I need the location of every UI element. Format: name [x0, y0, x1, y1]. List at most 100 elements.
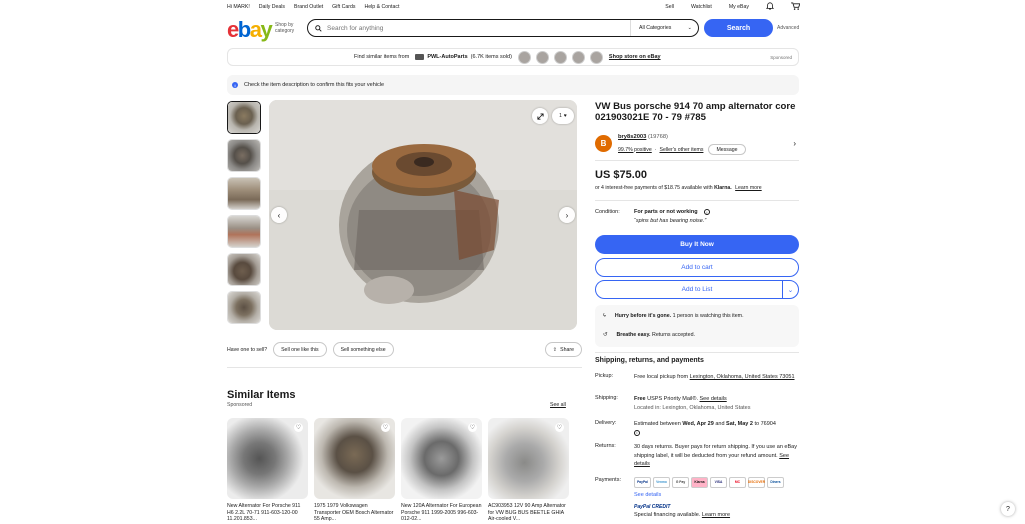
greeting-link[interactable]: Hi MARK!: [227, 4, 250, 10]
store-logo-icon: [415, 54, 425, 60]
heart-icon[interactable]: ♡: [294, 423, 303, 432]
chevron-right-icon[interactable]: ›: [793, 139, 796, 148]
bell-icon[interactable]: [765, 1, 775, 12]
have-one-label: Have one to sell?: [227, 346, 268, 353]
prev-image-button[interactable]: ‹: [271, 207, 287, 223]
brand-outlet-link[interactable]: Brand Outlet: [294, 4, 323, 10]
google-pay-icon: G Pay: [672, 477, 689, 488]
watchlist-link[interactable]: Watchlist: [691, 4, 712, 10]
next-image-button[interactable]: ›: [559, 207, 575, 223]
return-icon: ↺: [603, 332, 608, 338]
heart-icon[interactable]: ♡: [555, 423, 564, 432]
help-contact-link[interactable]: Help & Contact: [365, 4, 400, 10]
buy-it-now-button[interactable]: Buy It Now: [595, 235, 799, 254]
search-bar: All Categories⌄: [307, 19, 699, 37]
divider: [595, 352, 799, 353]
shop-store-link[interactable]: Shop store on eBay: [609, 54, 661, 60]
gallery-thumb[interactable]: [227, 139, 261, 172]
seller-name[interactable]: bry8s2003: [618, 134, 646, 140]
mastercard-icon: MC: [729, 477, 746, 488]
paypal-icon: PayPal: [634, 477, 651, 488]
store-thumb[interactable]: [553, 50, 567, 64]
info-icon[interactable]: i: [634, 430, 640, 436]
ebay-logo[interactable]: ebay: [227, 17, 273, 43]
positive-feedback[interactable]: 99.7% positive: [618, 147, 652, 153]
share-button[interactable]: ⇪ Share: [544, 342, 582, 357]
sell-link[interactable]: Sell: [665, 4, 674, 10]
seller-info[interactable]: B bry8s2003 (19768) 99.7% positive · Sell…: [595, 132, 800, 156]
gallery-thumb[interactable]: [227, 291, 261, 324]
similar-item-image[interactable]: ♡: [488, 418, 569, 499]
store-thumb[interactable]: [589, 50, 603, 64]
klarna-learn-more-link[interactable]: Learn more: [735, 185, 762, 191]
financing-learn-more-link[interactable]: Learn more: [702, 512, 730, 518]
chevron-right-icon: ›: [565, 210, 569, 220]
similar-item-image[interactable]: ♡: [227, 418, 308, 499]
item-price: US $75.00: [595, 169, 647, 181]
store-thumb[interactable]: [571, 50, 585, 64]
pickup-row: Pickup: Free local pickup from Lexington…: [595, 373, 795, 380]
divider: [227, 367, 582, 368]
store-thumb[interactable]: [517, 50, 531, 64]
daily-deals-link[interactable]: Daily Deals: [259, 4, 285, 10]
klarna-logo: Klarna.: [714, 185, 732, 191]
similar-item-title[interactable]: AC903953 12V 90 Amp Alternator for VW BU…: [488, 503, 569, 524]
advanced-search-link[interactable]: Advanced: [777, 25, 799, 31]
see-all-link[interactable]: See all: [550, 402, 566, 408]
condition-note: “spins but has bearing noise.”: [634, 218, 707, 224]
heart-icon: ♥: [563, 113, 567, 119]
category-select[interactable]: All Categories ⌄: [630, 20, 698, 36]
share-icon: ⇪: [552, 346, 558, 353]
divider: [595, 200, 799, 201]
watch-button[interactable]: 1 ♥: [552, 108, 574, 124]
heart-icon[interactable]: ♡: [381, 423, 390, 432]
info-icon[interactable]: i: [704, 209, 710, 215]
similar-item-title[interactable]: 1975 1979 Volkswagen Transporter OEM Bos…: [314, 503, 395, 524]
klarna-offer: or 4 interest-free payments of $18.75 av…: [595, 185, 762, 191]
gift-cards-link[interactable]: Gift Cards: [332, 4, 355, 10]
similar-item-image[interactable]: ♡: [314, 418, 395, 499]
main-product-image[interactable]: 1 ♥ ‹ ›: [269, 100, 577, 330]
similar-item-image[interactable]: ♡: [401, 418, 482, 499]
similar-item-title[interactable]: New Alternator For Porsche 911 H6 2.2L 7…: [227, 503, 308, 524]
sell-something-else-button[interactable]: Sell something else: [332, 342, 394, 357]
paypal-credit-logo: PayPal CREDIT: [634, 503, 671, 510]
add-to-cart-button[interactable]: Add to cart: [595, 258, 799, 277]
chevron-down-icon[interactable]: ⌄: [782, 281, 798, 298]
store-promo-banner: Find similar items from PWL-AutoParts (6…: [227, 48, 799, 66]
seller-avatar[interactable]: B: [595, 135, 612, 152]
header: ebay Shop bycategory All Categories⌄ Sea…: [227, 15, 800, 43]
gallery-thumb[interactable]: [227, 177, 261, 210]
fitment-notice: i Check the item description to confirm …: [227, 75, 799, 95]
seller-other-items-link[interactable]: Seller's other items: [659, 147, 703, 153]
my-ebay-link[interactable]: My eBay: [729, 4, 749, 10]
promo-prefix: Find similar items from: [354, 54, 410, 60]
store-name[interactable]: PWL-AutoParts: [427, 54, 467, 60]
store-sold-count: (6.7K items sold): [470, 54, 512, 60]
condition-value: For parts or not working: [634, 209, 698, 215]
search-button[interactable]: Search: [704, 19, 773, 37]
delivery-row: Delivery: Estimated between Wed, Apr 29 …: [595, 420, 776, 436]
help-button[interactable]: ?: [1001, 502, 1015, 516]
expand-icon[interactable]: [532, 108, 548, 124]
heart-icon[interactable]: ♡: [468, 423, 477, 432]
pickup-location-link[interactable]: Lexington, Oklahoma, United States 73051: [690, 374, 795, 380]
add-to-list-button[interactable]: Add to List ⌄: [595, 280, 799, 299]
klarna-icon: Klarna: [691, 477, 708, 488]
sponsored-label: Sponsored: [770, 54, 792, 60]
sell-one-like-button[interactable]: Sell one like this: [273, 342, 327, 357]
payments-details-link[interactable]: See details: [634, 491, 799, 500]
gallery-thumb[interactable]: [227, 101, 261, 134]
discover-icon: DISCOVER: [748, 477, 765, 488]
message-button[interactable]: Message: [708, 144, 746, 155]
gallery-thumb[interactable]: [227, 253, 261, 286]
shop-by-category[interactable]: Shop by category: [275, 22, 294, 34]
gallery-thumb[interactable]: [227, 215, 261, 248]
payment-methods: PayPal Venmo G Pay Klarna VISA MC DISCOV…: [634, 477, 799, 488]
store-thumb[interactable]: [535, 50, 549, 64]
similar-item-title[interactable]: New 120A Alternator For European Porsche…: [401, 503, 482, 524]
cart-icon[interactable]: [791, 1, 801, 12]
search-input[interactable]: [327, 24, 630, 32]
shipping-details-link[interactable]: See details: [700, 396, 727, 402]
urgency-panel: ϟ Hurry before it's gone. 1 person is wa…: [595, 305, 799, 347]
